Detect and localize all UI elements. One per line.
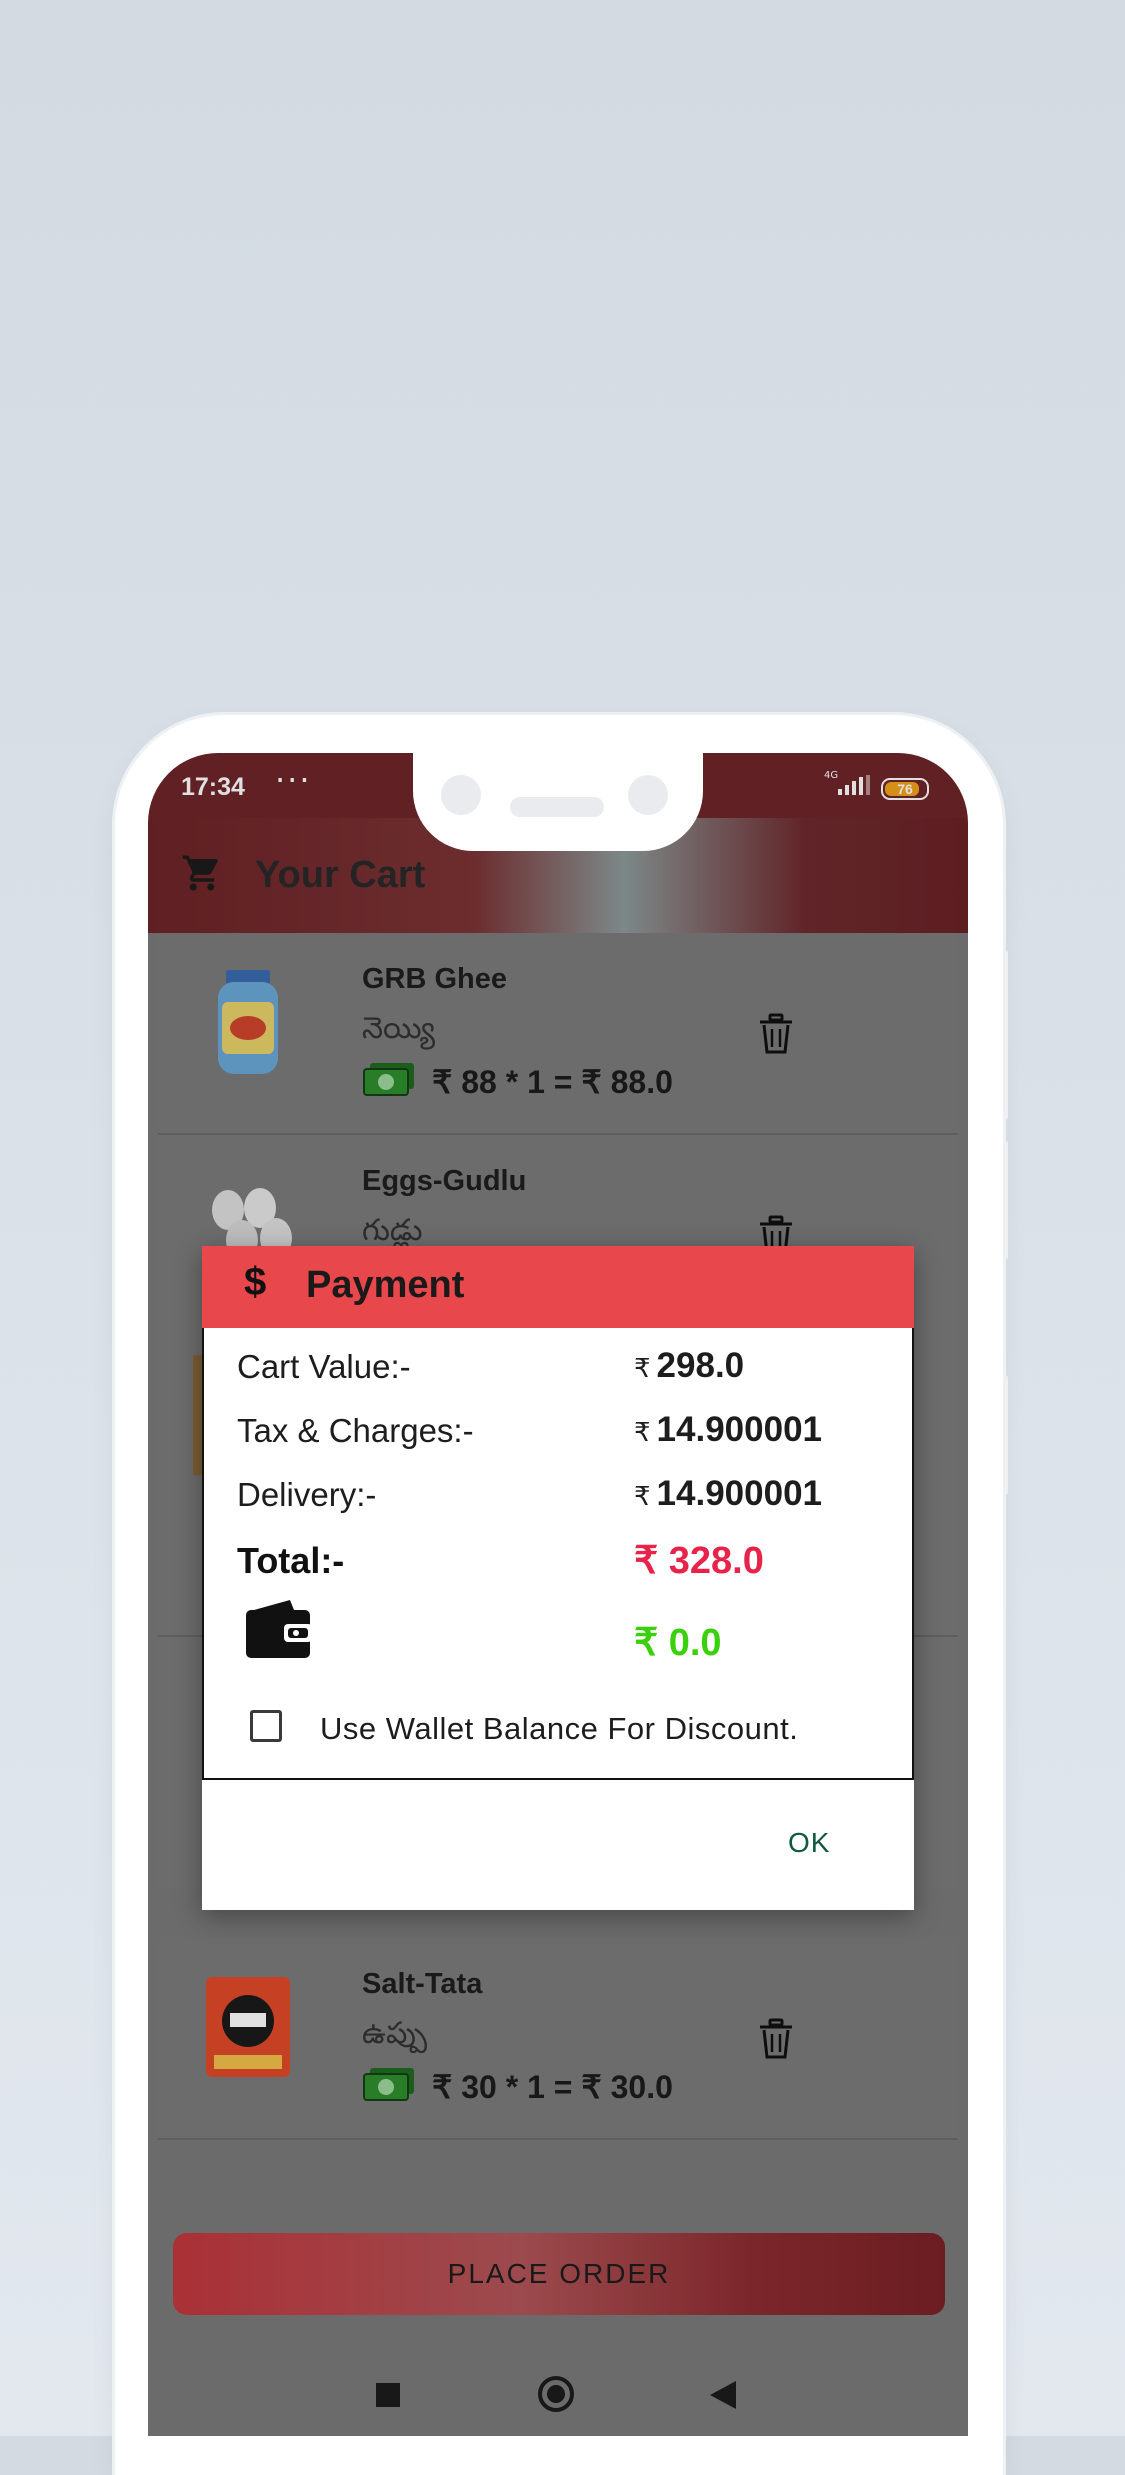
dollar-icon: $ <box>244 1260 267 1304</box>
total-label: Total:- <box>237 1540 345 1581</box>
delete-icon[interactable] <box>758 1013 794 1055</box>
place-order-button[interactable]: PLACE ORDER <box>173 2233 945 2315</box>
dialog-body: Cart Value:- ₹298.0 Tax & Charges:- ₹14.… <box>202 1328 914 1780</box>
cash-icon <box>363 2068 414 2101</box>
ok-button[interactable]: OK <box>782 1826 836 1860</box>
salt-pack-image <box>206 1977 290 2077</box>
cart-icon <box>182 855 218 891</box>
delete-icon[interactable] <box>758 2018 794 2060</box>
back-icon[interactable] <box>710 2381 736 2409</box>
product-name: Eggs-Gudlu <box>362 1165 527 1197</box>
network-type: 4G <box>824 770 839 781</box>
home-icon[interactable] <box>538 2376 574 2412</box>
page-title: Your Cart <box>255 854 426 896</box>
status-dots: ··· <box>275 761 312 799</box>
delivery-value: ₹14.900001 <box>634 1474 822 1514</box>
wallet-discount-checkbox[interactable] <box>250 1710 282 1742</box>
rupee-symbol: ₹ <box>634 1481 651 1511</box>
wallet-balance: ₹ 0.0 <box>634 1622 722 1664</box>
dialog-title: Payment <box>306 1264 465 1306</box>
delivery-amount: 14.900001 <box>656 1474 822 1513</box>
cart-value-label: Cart Value:- <box>237 1348 411 1385</box>
status-time: 17:34 <box>181 773 245 801</box>
recents-icon[interactable] <box>376 2383 400 2407</box>
delivery-label: Delivery:- <box>237 1476 377 1513</box>
battery-icon: 76 <box>881 778 929 800</box>
cart-item: Salt-Tata ఉప్పు ₹ 30 * 1 = ₹ 30.0 <box>158 1938 958 2140</box>
total-value: ₹ 328.0 <box>634 1540 764 1582</box>
tax-label: Tax & Charges:- <box>237 1412 474 1449</box>
payment-dialog: $ Payment Cart Value:- ₹298.0 Tax & Char… <box>202 1246 914 1910</box>
cart-value: ₹298.0 <box>634 1346 744 1386</box>
front-sensor <box>628 775 668 815</box>
product-name: GRB Ghee <box>362 963 508 995</box>
product-price: ₹ 88 * 1 = ₹ 88.0 <box>432 1064 673 1100</box>
cart-value-amount: 298.0 <box>656 1346 745 1385</box>
front-camera <box>441 775 481 815</box>
earpiece-speaker <box>510 797 604 817</box>
tax-value: ₹14.900001 <box>634 1410 822 1450</box>
wallet-discount-label[interactable]: Use Wallet Balance For Discount. <box>320 1711 798 1747</box>
tax-amount: 14.900001 <box>656 1410 822 1449</box>
cash-icon <box>363 1063 414 1096</box>
camera-notch <box>413 753 703 851</box>
system-nav-bar <box>148 2373 968 2436</box>
product-name: Salt-Tata <box>362 1968 483 2000</box>
battery-level: 76 <box>897 781 913 797</box>
rupee-symbol: ₹ <box>634 1417 651 1447</box>
product-price: ₹ 30 * 1 = ₹ 30.0 <box>432 2069 673 2105</box>
signal-icon <box>838 775 870 795</box>
dialog-header: $ Payment <box>202 1246 914 1328</box>
rupee-symbol: ₹ <box>634 1353 651 1383</box>
ghee-jar-image <box>218 970 278 1074</box>
wallet-icon <box>246 1600 312 1658</box>
cart-item: GRB Ghee నెయ్యి ₹ 88 * 1 = ₹ 88.0 <box>158 933 958 1135</box>
product-local-name: నెయ్యి <box>362 1011 436 1046</box>
product-local-name: ఉప్పు <box>362 2016 428 2051</box>
